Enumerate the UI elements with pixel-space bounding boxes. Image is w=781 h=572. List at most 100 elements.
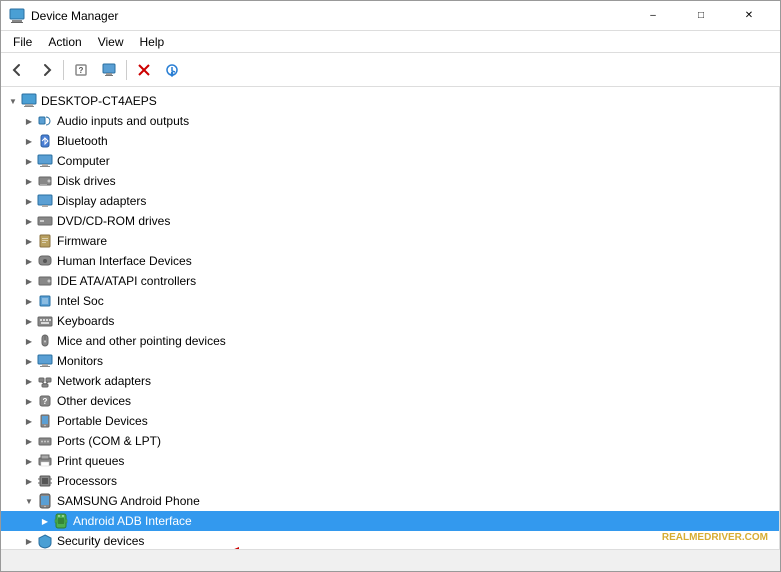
device-manager-button[interactable] bbox=[96, 57, 122, 83]
network-expand[interactable]: ▶ bbox=[21, 373, 37, 389]
tree-item-adb[interactable]: ▶ Android ADB Interface bbox=[1, 511, 779, 531]
window-title: Device Manager bbox=[31, 9, 630, 23]
hid-label: Human Interface Devices bbox=[57, 254, 192, 268]
security-icon bbox=[37, 533, 53, 549]
main-area: ▼ DESKTOP-CT4AEPS ▶ bbox=[1, 87, 780, 549]
tree-item-keyboards[interactable]: ▶ Keyboards bbox=[1, 311, 779, 331]
tree-item-ide[interactable]: ▶ IDE ATA/ATAPI controllers bbox=[1, 271, 779, 291]
hid-icon bbox=[37, 253, 53, 269]
monitors-expand[interactable]: ▶ bbox=[21, 353, 37, 369]
hid-expand[interactable]: ▶ bbox=[21, 253, 37, 269]
disk-icon bbox=[37, 173, 53, 189]
tree-item-disk[interactable]: ▶ Disk drives bbox=[1, 171, 779, 191]
root-expand[interactable]: ▼ bbox=[5, 93, 21, 109]
other-expand[interactable]: ▶ bbox=[21, 393, 37, 409]
portable-expand[interactable]: ▶ bbox=[21, 413, 37, 429]
dvd-expand[interactable]: ▶ bbox=[21, 213, 37, 229]
samsung-icon bbox=[37, 493, 53, 509]
adb-expand[interactable]: ▶ bbox=[37, 513, 53, 529]
root-label: DESKTOP-CT4AEPS bbox=[41, 94, 157, 108]
display-icon bbox=[37, 193, 53, 209]
computer-icon bbox=[21, 93, 37, 109]
audio-label: Audio inputs and outputs bbox=[57, 114, 189, 128]
processor-icon bbox=[37, 473, 53, 489]
computer-label: Computer bbox=[57, 154, 110, 168]
audio-icon bbox=[37, 113, 53, 129]
monitors-label: Monitors bbox=[57, 354, 103, 368]
network-label: Network adapters bbox=[57, 374, 151, 388]
intel-expand[interactable]: ▶ bbox=[21, 293, 37, 309]
toolbar-sep-2 bbox=[126, 60, 127, 80]
dvd-label: DVD/CD-ROM drives bbox=[57, 214, 170, 228]
disk-expand[interactable]: ▶ bbox=[21, 173, 37, 189]
security-expand[interactable]: ▶ bbox=[21, 533, 37, 549]
display-expand[interactable]: ▶ bbox=[21, 193, 37, 209]
tree-root[interactable]: ▼ DESKTOP-CT4AEPS bbox=[1, 91, 779, 111]
device-manager-window: Device Manager – □ ✕ File Action View He… bbox=[0, 0, 781, 572]
tree-item-firmware[interactable]: ▶ Firmware bbox=[1, 231, 779, 251]
portable-label: Portable Devices bbox=[57, 414, 148, 428]
keyboard-icon bbox=[37, 313, 53, 329]
ide-icon bbox=[37, 273, 53, 289]
tree-item-display[interactable]: ▶ Display adapters bbox=[1, 191, 779, 211]
network-icon bbox=[37, 373, 53, 389]
other-label: Other devices bbox=[57, 394, 131, 408]
bluetooth-icon bbox=[37, 133, 53, 149]
mouse-icon bbox=[37, 333, 53, 349]
dvd-icon bbox=[37, 213, 53, 229]
uninstall-button[interactable] bbox=[131, 57, 157, 83]
bluetooth-label: Bluetooth bbox=[57, 134, 108, 148]
adb-label: Android ADB Interface bbox=[73, 514, 192, 528]
tree-item-dvd[interactable]: ▶ DVD/CD-ROM drives bbox=[1, 211, 779, 231]
computer-expand[interactable]: ▶ bbox=[21, 153, 37, 169]
tree-item-network[interactable]: ▶ Network adapters bbox=[1, 371, 779, 391]
keyboards-label: Keyboards bbox=[57, 314, 114, 328]
tree-item-ports[interactable]: ▶ Ports (COM & LPT) bbox=[1, 431, 779, 451]
minimize-button[interactable]: – bbox=[630, 1, 676, 31]
security-label: Security devices bbox=[57, 534, 144, 548]
intel-label: Intel Soc bbox=[57, 294, 104, 308]
mice-expand[interactable]: ▶ bbox=[21, 333, 37, 349]
maximize-button[interactable]: □ bbox=[678, 1, 724, 31]
scan-button[interactable] bbox=[159, 57, 185, 83]
properties-button[interactable]: ? bbox=[68, 57, 94, 83]
audio-expand[interactable]: ▶ bbox=[21, 113, 37, 129]
processors-expand[interactable]: ▶ bbox=[21, 473, 37, 489]
samsung-label: SAMSUNG Android Phone bbox=[57, 494, 200, 508]
tree-item-security[interactable]: ▶ Security devices bbox=[1, 531, 779, 549]
device-tree[interactable]: ▼ DESKTOP-CT4AEPS ▶ bbox=[1, 87, 780, 549]
print-expand[interactable]: ▶ bbox=[21, 453, 37, 469]
samsung-expand[interactable]: ▼ bbox=[21, 493, 37, 509]
tree-item-audio[interactable]: ▶ Audio inputs and outputs bbox=[1, 111, 779, 131]
tree-item-processors[interactable]: ▶ Processors bbox=[1, 471, 779, 491]
print-icon bbox=[37, 453, 53, 469]
menu-help[interactable]: Help bbox=[132, 33, 173, 51]
tree-item-monitors[interactable]: ▶ Monitors bbox=[1, 351, 779, 371]
processors-label: Processors bbox=[57, 474, 117, 488]
tree-item-print[interactable]: ▶ Print queues bbox=[1, 451, 779, 471]
menu-file[interactable]: File bbox=[5, 33, 40, 51]
mice-label: Mice and other pointing devices bbox=[57, 334, 226, 348]
menu-action[interactable]: Action bbox=[40, 33, 89, 51]
tree-item-mice[interactable]: ▶ Mice and other pointing devices bbox=[1, 331, 779, 351]
bluetooth-expand[interactable]: ▶ bbox=[21, 133, 37, 149]
tree-item-other[interactable]: ▶ ? Other devices bbox=[1, 391, 779, 411]
tree-item-portable[interactable]: ▶ Portable Devices bbox=[1, 411, 779, 431]
keyboards-expand[interactable]: ▶ bbox=[21, 313, 37, 329]
ports-icon bbox=[37, 433, 53, 449]
forward-button[interactable] bbox=[33, 57, 59, 83]
tree-item-samsung[interactable]: ▼ SAMSUNG Android Phone bbox=[1, 491, 779, 511]
toolbar: ? bbox=[1, 53, 780, 87]
menu-view[interactable]: View bbox=[90, 33, 132, 51]
close-button[interactable]: ✕ bbox=[726, 1, 772, 31]
tree-item-computer[interactable]: ▶ Computer bbox=[1, 151, 779, 171]
tree-item-hid[interactable]: ▶ Human Interface Devices bbox=[1, 251, 779, 271]
tree-item-intel[interactable]: ▶ Intel Soc bbox=[1, 291, 779, 311]
display-label: Display adapters bbox=[57, 194, 146, 208]
intel-icon bbox=[37, 293, 53, 309]
tree-item-bluetooth[interactable]: ▶ Bluetooth bbox=[1, 131, 779, 151]
ports-expand[interactable]: ▶ bbox=[21, 433, 37, 449]
ide-expand[interactable]: ▶ bbox=[21, 273, 37, 289]
back-button[interactable] bbox=[5, 57, 31, 83]
firmware-expand[interactable]: ▶ bbox=[21, 233, 37, 249]
